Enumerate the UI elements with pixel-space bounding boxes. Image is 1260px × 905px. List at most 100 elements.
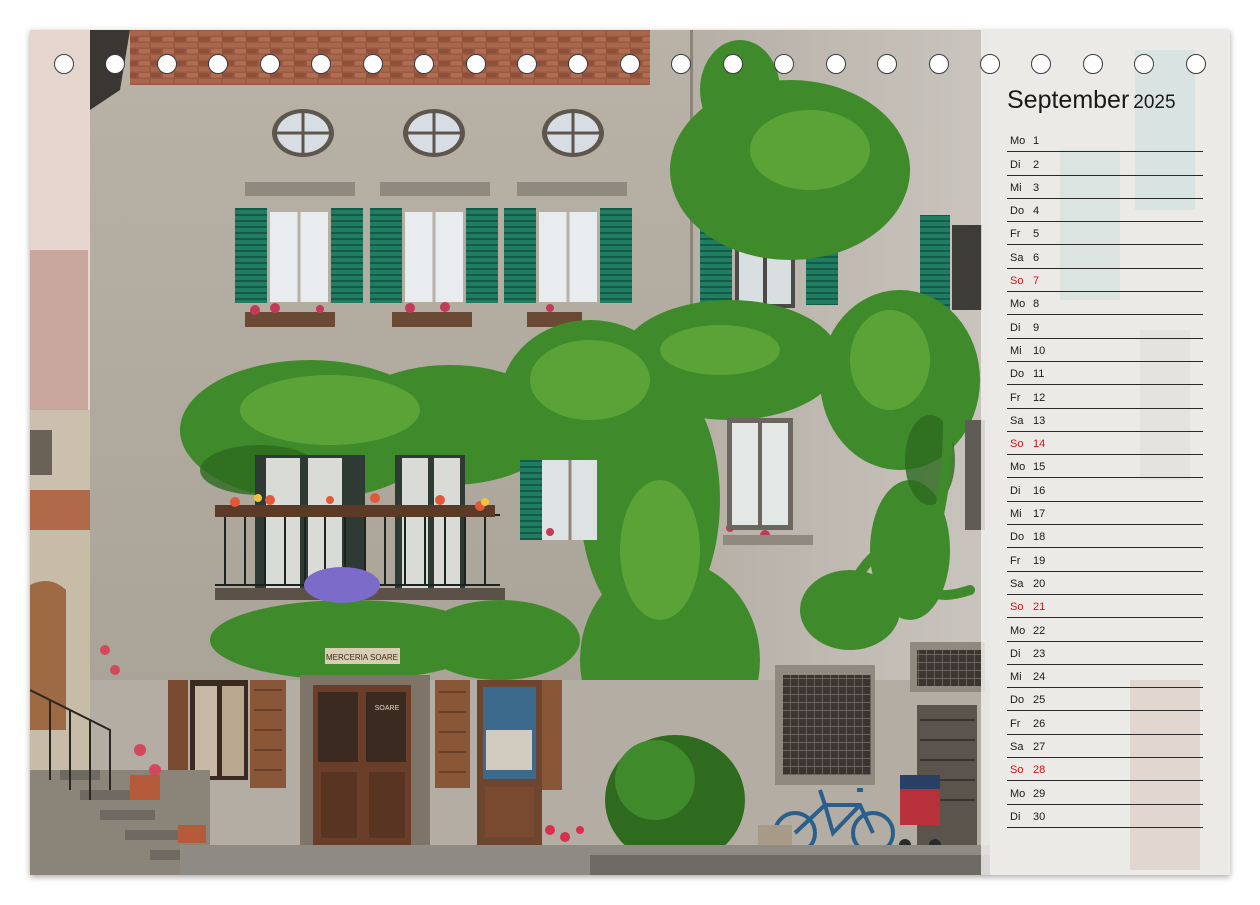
day-row: Mo 1 [1007, 129, 1203, 153]
day-number: 16 [1033, 484, 1046, 497]
day-row: Di 2 [1007, 152, 1203, 176]
shop-sign: MERCERIA SOARE [326, 653, 398, 662]
binding-hole [260, 54, 280, 74]
day-row: Fr 12 [1007, 385, 1203, 409]
day-row: Sa 27 [1007, 735, 1203, 759]
day-number: 21 [1033, 601, 1046, 614]
weekday-label: Fr [1010, 554, 1021, 567]
day-number: 13 [1033, 414, 1046, 427]
weekday-label: Di [1010, 158, 1021, 171]
door-sign: SOARE [375, 705, 400, 712]
binding-hole [208, 54, 228, 74]
day-number: 12 [1033, 391, 1046, 404]
day-number: 25 [1033, 694, 1046, 707]
binding-hole [877, 54, 897, 74]
weekday-label: Mo [1010, 461, 1026, 474]
day-number: 10 [1033, 344, 1046, 357]
weekday-label: So [1010, 438, 1024, 451]
binding-hole [1134, 54, 1154, 74]
day-row: Mo 29 [1007, 781, 1203, 805]
day-number: 9 [1033, 321, 1040, 334]
day-row: Mi 17 [1007, 502, 1203, 526]
binding-hole [54, 54, 74, 74]
day-row-sunday: So 14 [1007, 432, 1203, 456]
binding-hole [723, 54, 743, 74]
day-number: 18 [1033, 531, 1046, 544]
binding-hole [980, 54, 1000, 74]
day-row: Fr 19 [1007, 548, 1203, 572]
binding-hole [1083, 54, 1103, 74]
day-number: 19 [1033, 554, 1046, 567]
day-row-sunday: So 21 [1007, 595, 1203, 619]
day-row: Fr 26 [1007, 711, 1203, 735]
day-number: 29 [1033, 787, 1046, 800]
day-row: Di 30 [1007, 805, 1203, 828]
day-number: 5 [1033, 228, 1040, 241]
day-row: Mo 22 [1007, 618, 1203, 642]
day-number: 27 [1033, 741, 1046, 754]
weekday-label: Di [1010, 810, 1021, 823]
month-name: September [1007, 86, 1130, 114]
oval-windows [272, 109, 604, 157]
day-number: 14 [1033, 438, 1046, 451]
day-number: 7 [1033, 275, 1040, 288]
weekday-label: Mo [1010, 135, 1026, 148]
day-row: Do 4 [1007, 199, 1203, 223]
binding-hole [363, 54, 383, 74]
day-row: Di 9 [1007, 315, 1203, 339]
binding-hole [568, 54, 588, 74]
day-row: Mi 10 [1007, 339, 1203, 362]
weekday-label: Sa [1010, 251, 1024, 264]
binding-hole [466, 54, 486, 74]
binding-hole [414, 54, 434, 74]
day-number: 1 [1033, 135, 1040, 148]
day-number: 22 [1033, 624, 1046, 637]
binding-hole [929, 54, 949, 74]
day-number: 2 [1033, 158, 1040, 171]
weekday-label: So [1010, 275, 1024, 288]
weekday-label: Do [1010, 531, 1025, 544]
weekday-label: Di [1010, 484, 1021, 497]
weekday-label: Sa [1010, 741, 1024, 754]
binding-hole [517, 54, 537, 74]
day-row: Sa 20 [1007, 572, 1203, 595]
day-number: 24 [1033, 671, 1046, 684]
month-title: September 2025 [1007, 86, 1176, 115]
weekday-label: Mo [1010, 624, 1026, 637]
day-row: Mo 8 [1007, 292, 1203, 316]
day-row-sunday: So 7 [1007, 269, 1203, 293]
weekday-label: Do [1010, 205, 1025, 218]
day-row: Mo 15 [1007, 455, 1203, 479]
day-row-sunday: So 28 [1007, 758, 1203, 782]
binding-hole [311, 54, 331, 74]
weekday-label: Mi [1010, 671, 1022, 684]
weekday-label: Mi [1010, 344, 1022, 357]
weekday-label: Di [1010, 647, 1021, 660]
day-row: Do 18 [1007, 525, 1203, 549]
day-row: Fr 5 [1007, 222, 1203, 246]
day-number: 23 [1033, 647, 1046, 660]
calendar-page: MERCERIA SOARE SOARE September 2025 Mo 1… [30, 30, 1230, 875]
binding-hole [157, 54, 177, 74]
binding-hole [826, 54, 846, 74]
day-number: 6 [1033, 251, 1040, 264]
weekday-label: Di [1010, 321, 1021, 334]
day-number: 8 [1033, 298, 1040, 311]
binding-hole [620, 54, 640, 74]
day-number: 26 [1033, 717, 1046, 730]
day-row: Mi 24 [1007, 665, 1203, 689]
weekday-label: Fr [1010, 717, 1021, 730]
weekday-label: Do [1010, 694, 1025, 707]
day-row: Mi 3 [1007, 176, 1203, 199]
weekday-label: Mi [1010, 181, 1022, 194]
year: 2025 [1133, 92, 1176, 113]
day-number: 17 [1033, 508, 1046, 521]
binding-hole [671, 54, 691, 74]
binding-hole [105, 54, 125, 74]
weekday-label: Do [1010, 368, 1025, 381]
binding-hole [774, 54, 794, 74]
day-number: 3 [1033, 181, 1040, 194]
day-number: 15 [1033, 461, 1046, 474]
day-row: Di 23 [1007, 642, 1203, 665]
day-number: 11 [1033, 368, 1045, 381]
